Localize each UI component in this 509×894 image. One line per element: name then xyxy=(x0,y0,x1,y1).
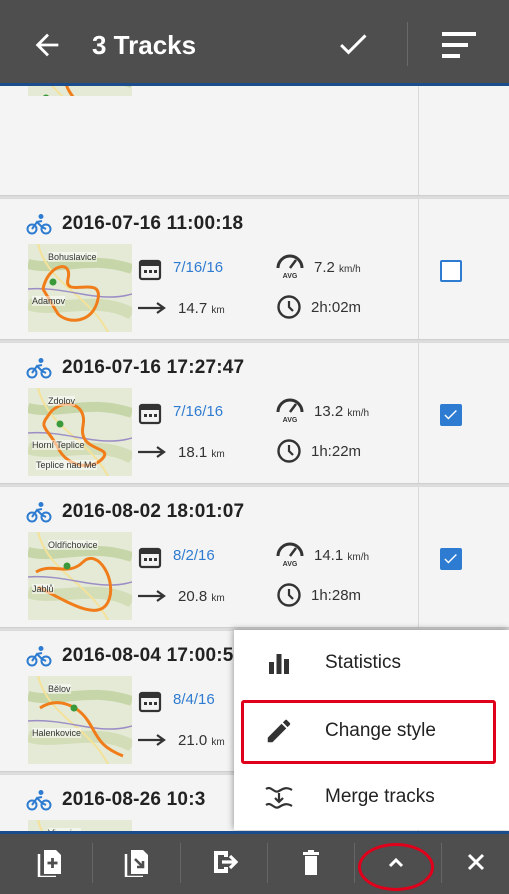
track-header: 2016-08-02 18:01:07 xyxy=(26,501,244,523)
toolbar-divider xyxy=(354,843,355,883)
track-map-thumbnail[interactable] xyxy=(28,86,132,96)
clock-icon xyxy=(277,583,301,607)
average-speed-icon: AVG xyxy=(276,254,304,280)
merge-icon xyxy=(265,786,293,809)
change-style-highlight-box xyxy=(241,700,496,764)
map-label: Bohuslavice xyxy=(48,252,97,262)
menu-item-label: Merge tracks xyxy=(325,786,435,807)
row-divider xyxy=(418,343,419,483)
calendar-icon xyxy=(138,547,162,569)
export-icon[interactable] xyxy=(210,847,240,877)
cycling-icon xyxy=(26,502,52,523)
close-icon[interactable] xyxy=(461,847,491,877)
checkmark-icon xyxy=(444,409,457,420)
track-map-thumbnail[interactable]: VizoviceLuhačoviceBojkoviceNová Ves xyxy=(28,820,132,831)
track-title: 2016-08-02 18:01:07 xyxy=(62,501,245,522)
row-divider xyxy=(418,487,419,627)
average-speed-value: 7.2 km/h xyxy=(314,259,361,276)
more-button-highlight-circle xyxy=(358,843,434,891)
track-date-link[interactable]: 8/4/16 xyxy=(173,691,215,708)
duration-value: 2h:02m xyxy=(311,299,362,316)
add-to-folder-icon[interactable] xyxy=(35,847,65,877)
track-date-link[interactable]: 7/16/16 xyxy=(173,403,223,420)
cycling-icon xyxy=(26,214,52,235)
clock-icon xyxy=(277,295,301,319)
map-label: Horní Teplice xyxy=(32,440,85,450)
map-label: Oldřichovice xyxy=(48,540,98,550)
distance-arrow-icon xyxy=(138,734,166,746)
cycling-icon xyxy=(26,790,52,811)
delete-icon[interactable] xyxy=(296,847,326,877)
calendar-icon xyxy=(138,691,162,713)
toolbar-accent-line xyxy=(0,831,509,834)
map-label: Halenkovice xyxy=(32,728,82,738)
distance-value: 14.7 km xyxy=(178,300,225,317)
toolbar-divider xyxy=(441,843,442,883)
cycling-icon xyxy=(26,646,52,667)
distance-arrow-icon xyxy=(138,446,166,458)
menu-item-statistics[interactable]: Statistics xyxy=(234,630,509,696)
track-row[interactable]: 2016-07-16 11:00:18 Bohuslavice Adamov 7/16… xyxy=(0,199,509,340)
track-header: 2016-07-16 17:27:47 xyxy=(26,357,244,379)
track-header: 2016-07-16 11:00:18 xyxy=(26,213,243,235)
checkmark-icon xyxy=(444,553,457,564)
move-icon[interactable] xyxy=(122,847,152,877)
svg-text:AVG: AVG xyxy=(283,273,298,280)
row-divider xyxy=(418,199,419,339)
distance-value: 18.1 km xyxy=(178,444,225,461)
svg-text:AVG: AVG xyxy=(283,561,298,568)
track-title: 2016-07-16 11:00:18 xyxy=(62,213,244,234)
map-label: Bělov xyxy=(48,684,71,694)
track-row[interactable]: 2016-08-02 18:01:07 Oldřichovice Jablů 8/2/… xyxy=(0,487,509,628)
toolbar-divider xyxy=(267,843,268,883)
menu-item-merge-tracks[interactable]: Merge tracks xyxy=(234,764,509,830)
bar-chart-icon xyxy=(269,654,289,674)
cycling-icon xyxy=(26,358,52,379)
track-header: 2016-08-26 10:3 xyxy=(26,789,206,811)
average-speed-value: 14.1 km/h xyxy=(314,547,370,564)
duration-value: 1h:28m xyxy=(311,587,362,604)
track-checkbox[interactable] xyxy=(440,548,462,570)
track-checkbox[interactable] xyxy=(440,260,462,282)
check-icon[interactable] xyxy=(335,26,371,62)
map-label: Adamov xyxy=(32,296,66,306)
track-map-thumbnail[interactable]: Zdolov Horní Teplice Teplice nad Me xyxy=(28,388,132,476)
track-date-link[interactable]: 8/2/16 xyxy=(173,547,215,564)
track-title: 2016-07-16 17:27:47 xyxy=(62,357,245,378)
distance-arrow-icon xyxy=(138,590,166,602)
average-speed-icon: AVG xyxy=(276,398,304,424)
distance-value: 21.0 km xyxy=(178,732,225,749)
track-map-thumbnail[interactable]: Bělov Halenkovice xyxy=(28,676,132,764)
sort-icon[interactable] xyxy=(442,30,476,60)
average-speed-value: 13.2 km/h xyxy=(314,403,370,420)
track-title: 2016-08-04 17:00:56 xyxy=(62,645,245,666)
top-app-bar: 3 Tracks xyxy=(0,0,509,86)
row-divider xyxy=(418,86,419,195)
track-row[interactable]: 2016-07-16 17:27:47 Zdolov Horní Teplice Te… xyxy=(0,343,509,484)
toolbar-divider xyxy=(407,22,408,66)
map-label: Jablů xyxy=(32,584,54,594)
toolbar-divider xyxy=(92,843,93,883)
distance-arrow-icon xyxy=(138,302,166,314)
track-map-thumbnail[interactable]: Bohuslavice Adamov xyxy=(28,244,132,332)
map-label: Zdolov xyxy=(48,396,76,406)
track-map-thumbnail[interactable]: Oldřichovice Jablů xyxy=(28,532,132,620)
duration-value: 1h:22m xyxy=(311,443,362,460)
page-title: 3 Tracks xyxy=(92,30,197,60)
calendar-icon xyxy=(138,403,162,425)
track-header: 2016-08-04 17:00:56 xyxy=(26,645,244,667)
track-row[interactable]: 8.8 km2h:03m xyxy=(0,86,509,196)
map-label: Teplice nad Me xyxy=(36,460,97,470)
distance-value: 20.8 km xyxy=(178,588,225,605)
svg-text:AVG: AVG xyxy=(283,417,298,424)
back-arrow-icon[interactable] xyxy=(30,28,64,62)
clock-icon xyxy=(277,439,301,463)
average-speed-icon: AVG xyxy=(276,542,304,568)
track-checkbox[interactable] xyxy=(440,404,462,426)
menu-item-label: Statistics xyxy=(325,652,402,673)
toolbar-divider xyxy=(180,843,181,883)
track-date-link[interactable]: 7/16/16 xyxy=(173,259,223,276)
track-title: 2016-08-26 10:3 xyxy=(62,789,206,810)
calendar-icon xyxy=(138,259,162,281)
